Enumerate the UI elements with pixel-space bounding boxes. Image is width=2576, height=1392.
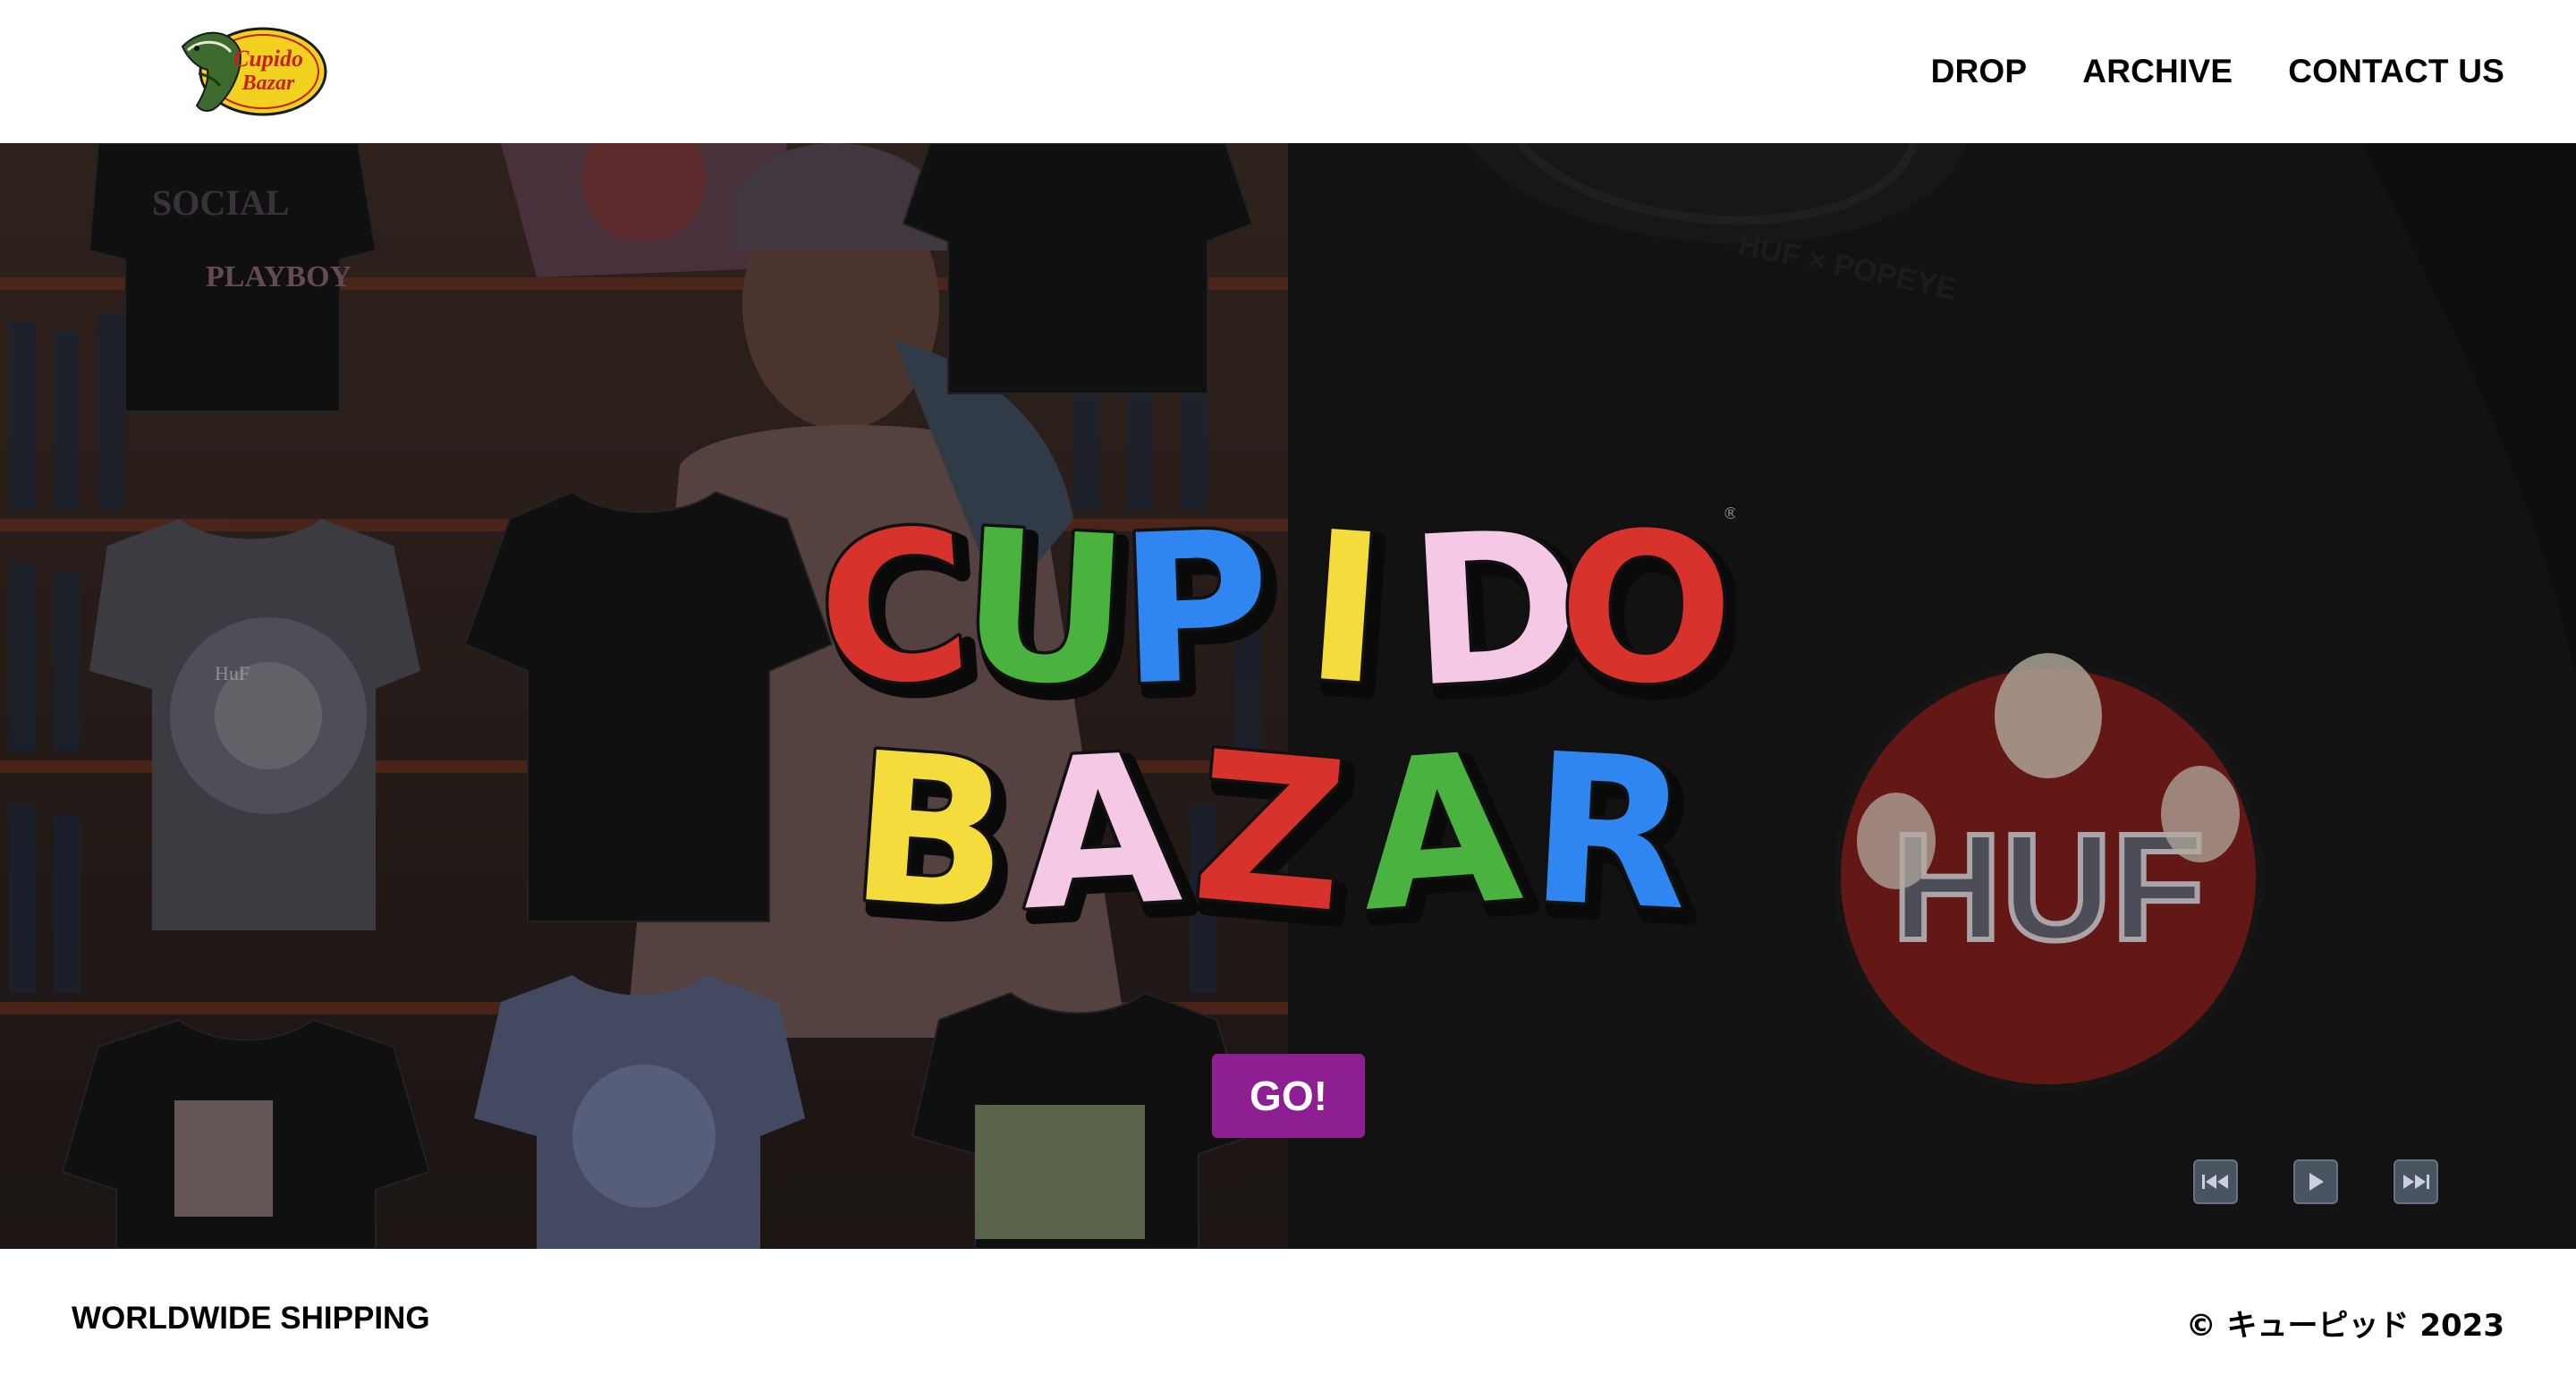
bass-fish-logo-icon: Cupido Bazar: [181, 27, 327, 116]
wordmark-letter-text: A: [1352, 709, 1528, 958]
wordmark-letter: BB: [841, 706, 1032, 976]
wordmark-letter: AA: [1012, 707, 1203, 973]
wordmark-letter-text: P: [1115, 488, 1275, 732]
site-header: Cupido Bazar DROP ARCHIVE CONTACT US: [0, 0, 2576, 143]
wordmark-letter: OO: [1551, 484, 1753, 749]
wordmark-letter: AA: [1349, 706, 1544, 975]
svg-text:PLAYBOY: PLAYBOY: [206, 260, 352, 293]
nav-archive[interactable]: ARCHIVE: [2082, 53, 2233, 90]
play-slide-button[interactable]: [2293, 1159, 2338, 1204]
wordmark-letter: PP: [1113, 485, 1292, 749]
hero-brand-title: CCUUPPIIDDOO BBAAZZAARR ®: [805, 474, 1753, 1100]
wordmark-letter: ZZ: [1182, 705, 1370, 977]
next-slide-button[interactable]: [2394, 1159, 2438, 1204]
brand-logo[interactable]: Cupido Bazar: [175, 20, 329, 120]
previous-slide-button[interactable]: [2193, 1159, 2238, 1204]
next-icon: [2403, 1175, 2429, 1189]
wordmark-letter-text: O: [1555, 488, 1735, 733]
go-button[interactable]: GO!: [1212, 1054, 1365, 1138]
nav-contact-us[interactable]: CONTACT US: [2288, 53, 2504, 90]
svg-text:SOCIAL: SOCIAL: [152, 182, 289, 223]
copyright: © キューピッド 2023: [2185, 1308, 2504, 1344]
wordmark-letter-text: C: [810, 485, 978, 734]
wordmark-letter-text: B: [843, 709, 1017, 958]
site-footer: WORLDWIDE SHIPPING © キューピッド 2023: [0, 1249, 2576, 1392]
svg-text:Bazar: Bazar: [242, 72, 295, 95]
wordmark-letter: RR: [1521, 707, 1711, 974]
wordmark-letter-text: Z: [1185, 708, 1354, 959]
wordmark-letter-text: R: [1525, 710, 1696, 957]
play-icon: [2309, 1173, 2324, 1191]
shipping-note: WORLDWIDE SHIPPING: [72, 1301, 430, 1336]
hero-slideshow: PLAYBOY SOCIAL HuF HUF × POPEYE HUF CCUU: [0, 143, 2576, 1249]
cupido-bazar-wordmark: CCUUPP II DDOO BB AA ZZ AA RR ®: [808, 482, 1753, 977]
svg-text:HUF: HUF: [1892, 802, 2204, 972]
wordmark-letter: UU: [952, 483, 1149, 751]
wordmark-letter-text: A: [1014, 710, 1186, 957]
slideshow-controls: [2193, 1159, 2438, 1204]
previous-icon: [2202, 1175, 2228, 1189]
nav-drop[interactable]: DROP: [1931, 53, 2028, 90]
wordmark-letter: II: [1296, 485, 1408, 749]
svg-text:HuF: HuF: [215, 662, 250, 684]
registered-mark-icon: ®: [1723, 505, 1735, 523]
svg-text:Cupido: Cupido: [233, 46, 303, 72]
wordmark-letter-text: U: [955, 486, 1134, 733]
main-nav: DROP ARCHIVE CONTACT US: [1931, 0, 2504, 143]
